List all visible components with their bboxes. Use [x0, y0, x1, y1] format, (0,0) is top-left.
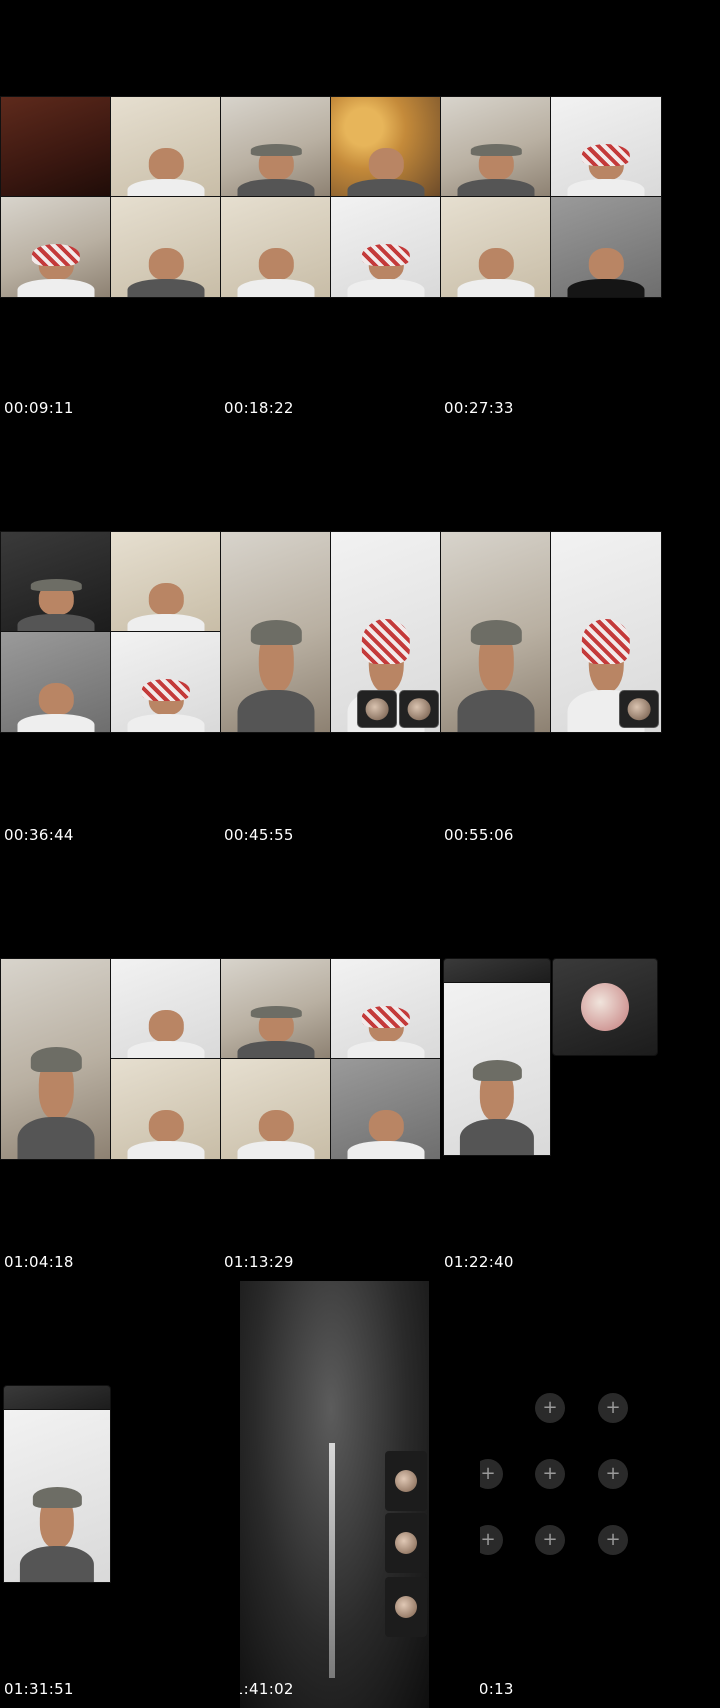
- thumbnail-cell-9: 01:22:40: [440, 854, 680, 1281]
- timestamp-label: 01:22:40: [444, 1253, 514, 1271]
- timestamp-label: 01:04:18: [4, 1253, 74, 1271]
- video-tile-participant: [550, 196, 662, 298]
- video-tile-bookshelf: [0, 96, 112, 198]
- video-tile-participant: [0, 196, 112, 298]
- video-tile-participant: [220, 958, 332, 1060]
- video-tile-participant: [110, 531, 222, 633]
- empty-slot-button[interactable]: +: [480, 1525, 503, 1555]
- video-tile-participant: [440, 531, 552, 733]
- empty-slot-button[interactable]: +: [598, 1459, 628, 1489]
- video-tile-participant: [110, 96, 222, 198]
- empty-slot-button[interactable]: +: [535, 1459, 565, 1489]
- empty-slot-button[interactable]: +: [480, 1459, 503, 1489]
- thumbnail-cell-3: 00:27:33: [440, 0, 680, 427]
- empty-slot-button[interactable]: +: [535, 1393, 565, 1423]
- video-tile-participant: [110, 196, 222, 298]
- video-tile-header: [443, 958, 551, 984]
- avatar: [365, 698, 389, 720]
- thumbnail-cell-8: 01:13:29: [220, 854, 460, 1281]
- video-tile-participant: [330, 1058, 442, 1160]
- video-tile-participant: [3, 1409, 111, 1583]
- thumbnail-cell-11: 01:41:02: [240, 1281, 480, 1708]
- timestamp-label: 01:13:29: [224, 1253, 294, 1271]
- avatar: [395, 1596, 417, 1618]
- avatar: [581, 983, 629, 1031]
- avatar: [627, 698, 651, 720]
- avatar: [395, 1532, 417, 1554]
- video-tile-participant: [550, 531, 662, 733]
- video-tile-participant: [330, 96, 442, 198]
- thumbnail-cell-5: 00:45:55: [220, 427, 460, 854]
- pip-thumbnail[interactable]: [399, 690, 439, 728]
- video-tile-participant: [110, 1058, 222, 1160]
- timestamp-label: 01:41:02: [240, 1680, 294, 1698]
- video-tile-participant: [220, 96, 332, 198]
- timestamp-label: 01:31:51: [4, 1680, 74, 1698]
- video-tile-participant: [220, 1058, 332, 1160]
- thumbnail-cell-1: 00:09:11: [0, 0, 240, 427]
- video-tile-participant: [330, 196, 442, 298]
- empty-slot-button[interactable]: +: [535, 1525, 565, 1555]
- video-tile-participant: [0, 631, 112, 733]
- avatar: [407, 698, 431, 720]
- video-tile-participant: [330, 958, 442, 1060]
- video-tile-participant: [330, 531, 442, 733]
- timestamp-label: 00:09:11: [4, 399, 74, 417]
- thumbnail-cell-7: 01:04:18: [0, 854, 240, 1281]
- side-avatar[interactable]: [385, 1577, 427, 1637]
- video-tile-participant: [0, 531, 112, 633]
- thumbnail-cell-6: 00:55:06: [440, 427, 680, 854]
- video-tile-participant: [0, 958, 112, 1160]
- avatar-tile[interactable]: [552, 958, 658, 1056]
- video-tile-participant: [220, 531, 332, 733]
- pip-thumbnail[interactable]: [357, 690, 397, 728]
- timestamp-label: 00:18:22: [224, 399, 294, 417]
- side-avatar[interactable]: [385, 1451, 427, 1511]
- video-tile-artwork: [240, 1281, 429, 1708]
- thumbnail-cell-10: 01:31:51: [0, 1281, 240, 1708]
- video-tile-participant: [440, 96, 552, 198]
- empty-slot-button[interactable]: +: [598, 1393, 628, 1423]
- timestamp-label: 00:36:44: [4, 826, 74, 844]
- video-tile-participant: [440, 196, 552, 298]
- video-tile-header: [3, 1385, 111, 1411]
- side-avatar[interactable]: [385, 1513, 427, 1573]
- timestamp-label: 01:50:13: [480, 1680, 514, 1698]
- thumbnail-cell-2: 00:18:22: [220, 0, 460, 427]
- video-tile-participant: [443, 982, 551, 1156]
- pip-thumbnail[interactable]: [619, 690, 659, 728]
- video-tile-participant: [550, 96, 662, 198]
- timestamp-label: 00:45:55: [224, 826, 294, 844]
- empty-slot-button[interactable]: +: [598, 1525, 628, 1555]
- video-tile-participant: [220, 196, 332, 298]
- video-tile-participant: [110, 631, 222, 733]
- thumbnail-cell-12: + + + + + + + + 01:50:13: [480, 1281, 720, 1708]
- timestamp-label: 00:27:33: [444, 399, 514, 417]
- timestamp-label: 00:55:06: [444, 826, 514, 844]
- thumbnail-cell-4: 00:36:44: [0, 427, 240, 854]
- video-tile-participant: [110, 958, 222, 1060]
- avatar: [395, 1470, 417, 1492]
